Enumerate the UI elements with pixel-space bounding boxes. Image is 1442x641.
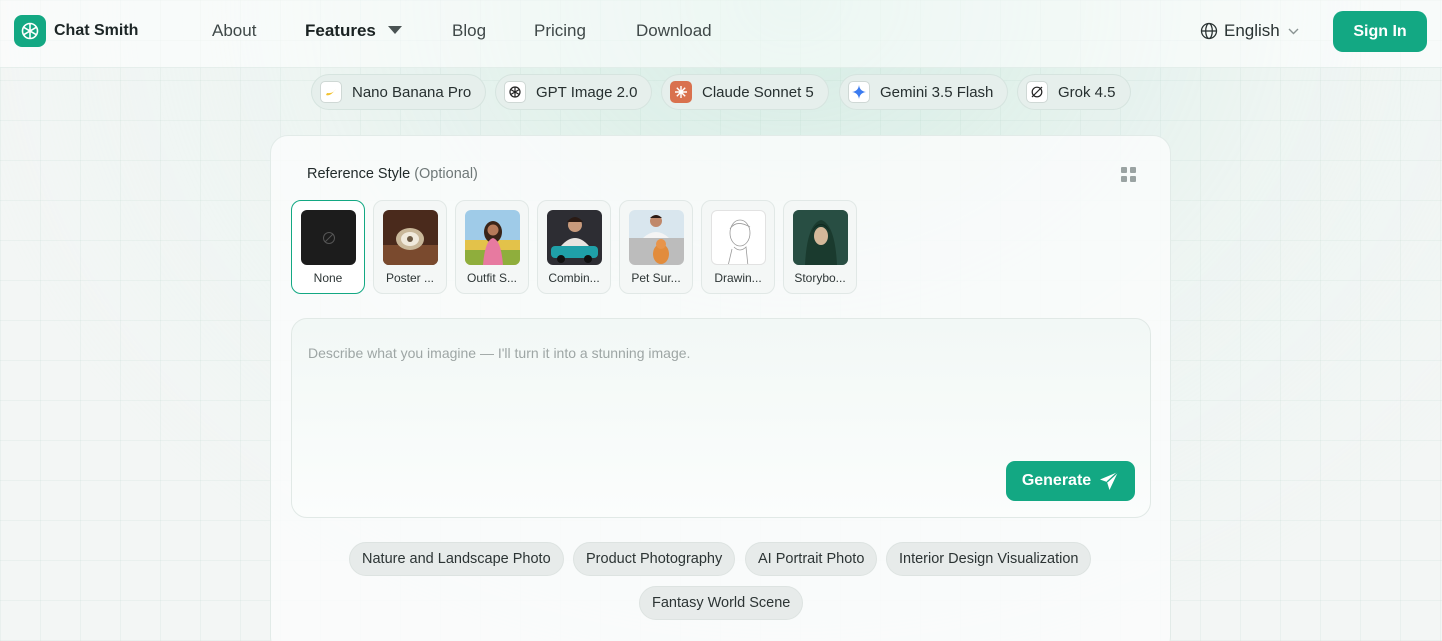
claude-icon <box>670 81 692 103</box>
nav-blog[interactable]: Blog <box>452 21 486 41</box>
nav-features[interactable]: Features <box>305 21 402 41</box>
model-pill-grok[interactable]: Grok 4.5 <box>1017 74 1131 110</box>
model-pill-gemini[interactable]: Gemini 3.5 Flash <box>839 74 1009 110</box>
openai-icon <box>504 81 526 103</box>
chat-smith-logo-icon <box>14 15 46 47</box>
prompt-box: Generate <box>291 318 1151 518</box>
drawing-thumbnail <box>711 210 766 265</box>
style-option-poster[interactable]: Poster ... <box>373 200 447 294</box>
pet-thumbnail <box>629 210 684 265</box>
nav-pricing[interactable]: Pricing <box>534 21 586 41</box>
model-pill-nano-banana[interactable]: Nano Banana Pro <box>311 74 487 110</box>
ban-icon <box>322 231 335 244</box>
globe-icon <box>1200 22 1218 40</box>
image-generator-card: Reference Style (Optional) None Poster .… <box>270 135 1171 641</box>
nav-download[interactable]: Download <box>636 21 712 41</box>
language-selector[interactable]: English <box>1200 21 1299 41</box>
combine-thumbnail <box>547 210 602 265</box>
prompt-input[interactable] <box>308 345 1128 445</box>
poster-thumbnail <box>383 210 438 265</box>
model-label: Claude Sonnet 5 <box>702 83 814 101</box>
reference-style-title: Reference Style <box>307 166 411 182</box>
language-label: English <box>1224 21 1280 40</box>
reference-style-heading: Reference Style (Optional) <box>307 166 478 182</box>
storyboard-thumbnail <box>793 210 848 265</box>
suggestion-chip[interactable]: Nature and Landscape Photo <box>349 542 564 576</box>
style-label: Drawin... <box>714 271 762 285</box>
model-label: Gemini 3.5 Flash <box>880 83 994 101</box>
style-option-combine[interactable]: Combin... <box>537 200 611 294</box>
caret-down-icon <box>387 26 402 34</box>
grok-icon <box>1026 81 1048 103</box>
style-option-pet[interactable]: Pet Sur... <box>619 200 693 294</box>
optional-label: (Optional) <box>414 166 478 182</box>
none-thumbnail <box>301 210 356 265</box>
suggestion-chip[interactable]: Fantasy World Scene <box>639 586 804 620</box>
chevron-down-icon <box>1288 28 1299 34</box>
grid-view-icon[interactable] <box>1121 167 1136 182</box>
style-label: None <box>313 271 343 285</box>
model-pill-claude[interactable]: Claude Sonnet 5 <box>661 74 829 110</box>
generate-label: Generate <box>1021 472 1092 489</box>
model-selector: Nano Banana Pro GPT Image 2.0 Claude Son… <box>0 74 1442 110</box>
banana-icon <box>320 81 342 103</box>
gemini-icon <box>848 81 870 103</box>
brand-name: Chat Smith <box>54 22 139 39</box>
model-pill-gpt-image[interactable]: GPT Image 2.0 <box>495 74 653 110</box>
model-label: Nano Banana Pro <box>352 83 472 101</box>
style-option-drawing[interactable]: Drawin... <box>701 200 775 294</box>
style-option-none[interactable]: None <box>291 200 365 294</box>
style-label: Outfit S... <box>466 271 517 285</box>
outfit-thumbnail <box>465 210 520 265</box>
nav-features-label: Features <box>305 21 376 40</box>
sign-in-button[interactable]: Sign In <box>1333 11 1427 52</box>
style-label: Combin... <box>548 271 600 285</box>
model-label: GPT Image 2.0 <box>536 83 638 101</box>
style-label: Storybo... <box>794 271 846 285</box>
style-option-storyboard[interactable]: Storybo... <box>783 200 857 294</box>
suggestion-chip[interactable]: Interior Design Visualization <box>886 542 1092 576</box>
send-icon <box>1100 471 1119 490</box>
style-option-outfit[interactable]: Outfit S... <box>455 200 529 294</box>
generate-button[interactable]: Generate <box>1006 461 1135 501</box>
suggestion-chip[interactable]: Product Photography <box>573 542 736 576</box>
style-label: Poster ... <box>385 271 435 285</box>
style-label: Pet Sur... <box>631 271 681 285</box>
brand[interactable]: Chat Smith <box>14 15 138 47</box>
nav-about[interactable]: About <box>212 21 256 41</box>
top-navigation: Chat Smith About Features Blog Pricing D… <box>0 0 1442 68</box>
model-label: Grok 4.5 <box>1058 83 1116 101</box>
suggestion-chip[interactable]: AI Portrait Photo <box>745 542 878 576</box>
